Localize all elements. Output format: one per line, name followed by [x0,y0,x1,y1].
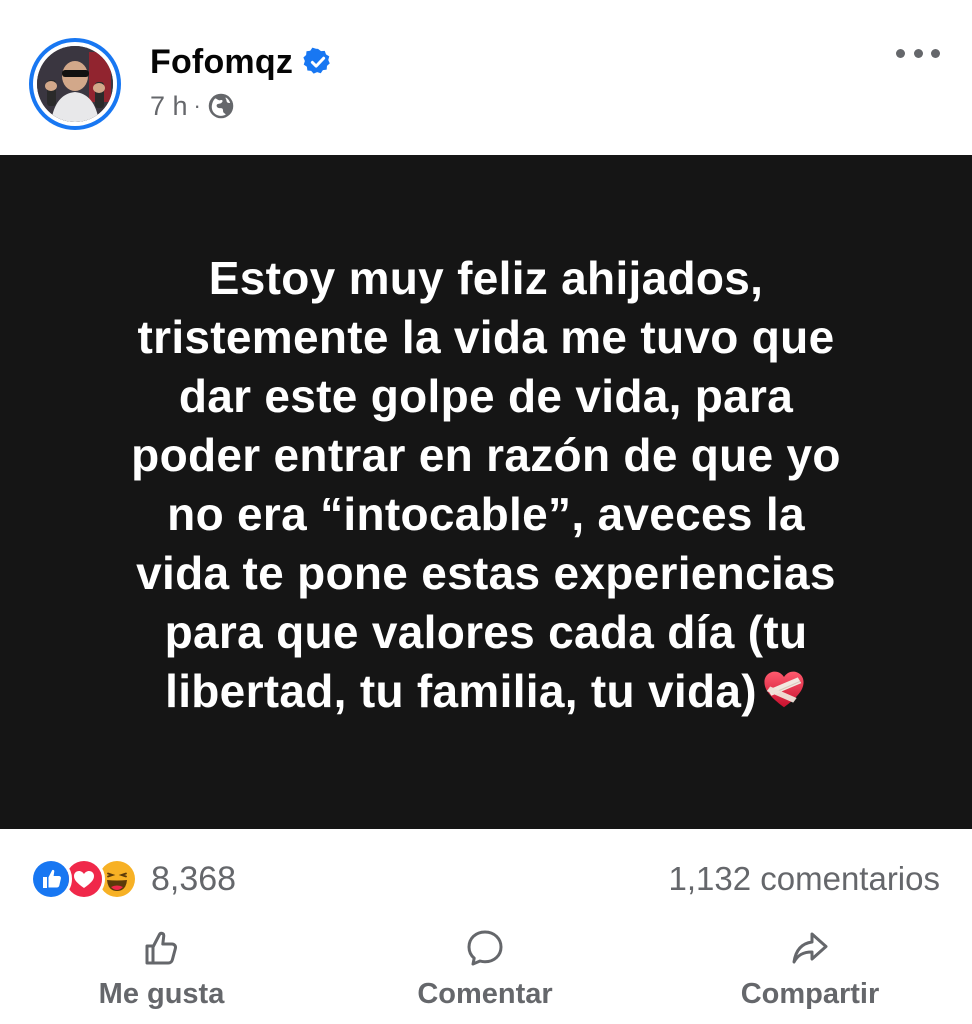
reactions-summary[interactable]: 8,368 [30,858,236,900]
like-icon [30,858,72,900]
comment-button[interactable]: Comentar [400,928,570,1011]
post-text-body: Estoy muy feliz ahijados, tristemente la… [131,252,841,717]
share-label: Compartir [740,978,880,1010]
post-actions: Me gusta Comentar Compartir [0,928,972,1024]
avatar-photo [37,46,113,122]
thumbs-up-icon [145,931,177,965]
post-header: Fofomqz 7 h · [0,0,972,155]
avatar[interactable] [29,38,121,130]
share-arrow-icon [792,932,828,964]
comment-bubble-icon [467,930,503,966]
post-text: Estoy muy feliz ahijados, tristemente la… [76,249,896,721]
like-label: Me gusta [98,978,225,1010]
verified-badge-icon [303,47,330,74]
post-text-image: Estoy muy feliz ahijados, tristemente la… [0,155,972,829]
reaction-count: 8,368 [151,859,237,898]
post-stats: 8,368 1,132 comentarios [0,850,972,908]
mending-heart-icon [764,671,804,708]
share-button[interactable]: Compartir [722,928,898,1011]
post-time[interactable]: 7 h [150,91,188,122]
meta-separator: · [193,93,201,118]
more-options-icon[interactable] [896,38,940,68]
author-name[interactable]: Fofomqz [150,43,293,82]
globe-icon [208,93,234,119]
comments-count[interactable]: 1,132 comentarios [669,860,941,898]
comment-label: Comentar [417,978,553,1010]
post-meta: 7 h · [150,90,235,122]
like-button[interactable]: Me gusta [85,928,238,1011]
